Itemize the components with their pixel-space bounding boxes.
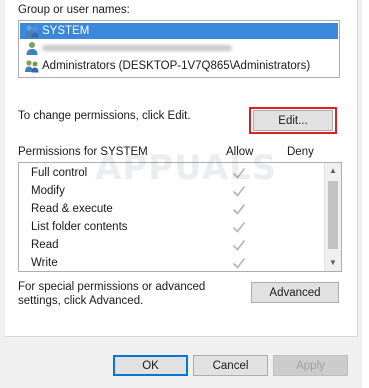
permission-row: Read & execute: [19, 200, 325, 218]
advanced-button[interactable]: Advanced: [251, 282, 339, 303]
permission-name: List folder contents: [31, 221, 128, 233]
user-name: Administrators (DESKTOP-1V7Q865\Administ…: [42, 60, 311, 72]
permission-name: Read & execute: [31, 203, 113, 215]
check-icon: [232, 258, 246, 269]
permissions-list: Full control Modify Read & execute List …: [18, 162, 342, 272]
user-list[interactable]: SYSTEM Administrators (DESKTOP-1V7Q865\A…: [18, 20, 340, 78]
window-edge: [362, 0, 369, 388]
group-users-icon: [25, 25, 39, 38]
permission-row: Full control: [19, 164, 325, 182]
check-icon: [232, 204, 246, 215]
user-name: SYSTEM: [42, 25, 90, 37]
change-permissions-text: To change permissions, click Edit.: [18, 110, 191, 122]
permission-row: Modify: [19, 182, 325, 200]
permission-row: List folder contents: [19, 218, 325, 236]
permissions-scrollbar[interactable]: ▲ ▼: [324, 163, 341, 271]
deny-header: Deny: [287, 146, 314, 158]
ok-button[interactable]: OK: [113, 355, 188, 376]
permission-name: Modify: [31, 185, 65, 197]
highlight-box: [249, 107, 337, 134]
user-row-blurred[interactable]: [20, 40, 338, 56]
check-icon: [232, 240, 246, 251]
check-icon: [232, 168, 246, 179]
cancel-button[interactable]: Cancel: [193, 355, 268, 376]
permission-name: Full control: [31, 167, 88, 179]
special-permissions-text: For special permissions or advanced sett…: [18, 281, 206, 307]
permission-name: Read: [31, 239, 59, 251]
check-icon: [232, 186, 246, 197]
permission-name: Write: [31, 257, 58, 269]
scroll-up-icon[interactable]: ▲: [325, 163, 341, 179]
blurred-user-name: [42, 45, 232, 51]
single-user-icon: [26, 42, 38, 55]
group-users-icon: [25, 60, 39, 73]
check-icon: [232, 222, 246, 233]
security-tab-panel: Group or user names: SYSTEM Administrato…: [5, 0, 358, 337]
apply-button[interactable]: Apply: [273, 355, 348, 376]
security-dialog: Group or user names: SYSTEM Administrato…: [0, 0, 362, 388]
allow-header: Allow: [226, 146, 254, 158]
permissions-title: Permissions for SYSTEM: [18, 146, 148, 158]
permission-row: Read: [19, 236, 325, 254]
scroll-thumb[interactable]: [328, 181, 338, 249]
permission-row: Write: [19, 254, 325, 271]
user-row-administrators[interactable]: Administrators (DESKTOP-1V7Q865\Administ…: [20, 58, 338, 74]
user-row-system[interactable]: SYSTEM: [20, 23, 338, 39]
scroll-down-icon[interactable]: ▼: [325, 255, 341, 271]
group-user-names-label: Group or user names:: [18, 4, 130, 16]
